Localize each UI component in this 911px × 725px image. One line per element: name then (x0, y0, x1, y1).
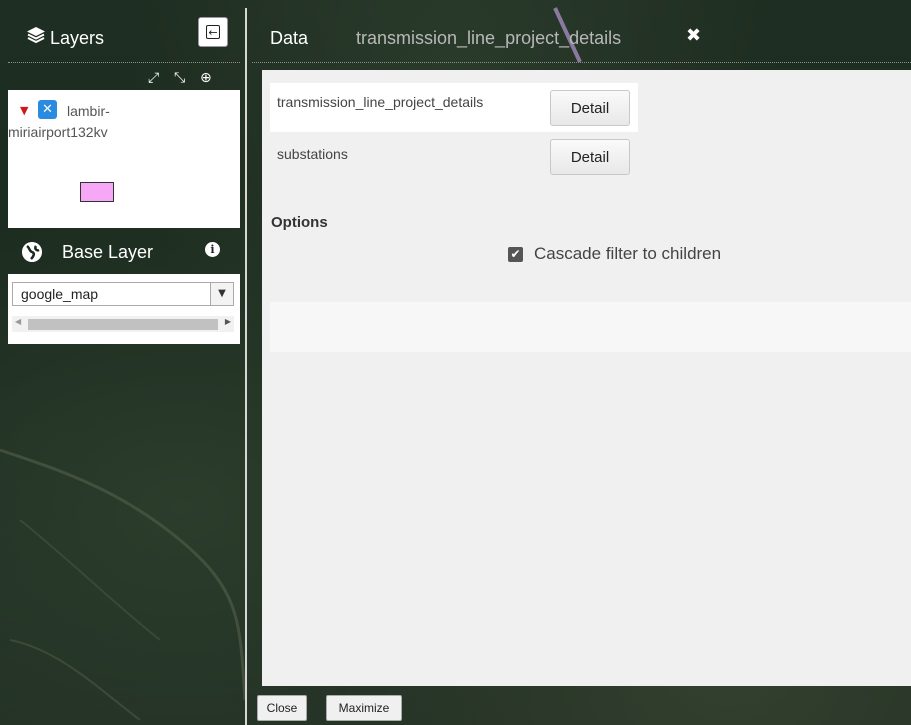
layer-legend-swatch (80, 182, 114, 202)
base-layer-panel: google_map ▼ ◀ ▶ (8, 274, 240, 344)
detail-button[interactable]: Detail (550, 90, 630, 126)
layer-name[interactable]: lambir- miriairport132kv (8, 101, 227, 140)
layers-sidebar: Layers ← ⤢ ⤡ ⊕ ▼ ✕ lambir- miriairport13… (8, 8, 240, 725)
panel-divider[interactable] (245, 8, 247, 725)
horizontal-scrollbar[interactable]: ◀ ▶ (12, 316, 234, 332)
caret-down-icon[interactable]: ▼ (20, 104, 28, 117)
row-label: substations (277, 146, 348, 162)
cascade-checkbox[interactable]: ✔ (508, 247, 523, 262)
chevron-down-icon: ▼ (210, 283, 233, 305)
tab-transmission-line[interactable]: transmission_line_project_details (356, 28, 621, 49)
filter-area (270, 302, 911, 352)
collapse-sidebar-button[interactable]: ← (198, 17, 228, 47)
arrow-left-box-icon: ← (206, 25, 220, 39)
info-icon[interactable]: i (205, 242, 220, 257)
collapse-icon[interactable]: ⤡ (174, 70, 185, 86)
expand-icon[interactable]: ⤢ (148, 70, 159, 86)
layers-title: Layers (50, 28, 105, 48)
layer-list: ▼ ✕ lambir- miriairport132kv (8, 90, 240, 228)
scroll-right-icon[interactable]: ▶ (225, 317, 231, 326)
detail-button[interactable]: Detail (550, 139, 630, 175)
data-panel-body: transmission_line_project_details Detail… (262, 70, 911, 686)
base-layer-select-value: google_map (21, 286, 99, 302)
base-layer-header: Base Layer i (8, 228, 240, 274)
row-label: transmission_line_project_details (277, 94, 484, 110)
scrollbar-thumb[interactable] (28, 319, 218, 330)
cascade-label[interactable]: Cascade filter to children (534, 244, 721, 264)
base-layer-title: Base Layer (62, 242, 154, 262)
options-label: Options (271, 214, 328, 231)
zoom-icon[interactable]: ⊕ (200, 70, 212, 86)
layers-stack-icon (27, 27, 45, 44)
layers-header: Layers ← (8, 8, 240, 63)
layer-name-line1: lambir- (67, 103, 110, 119)
data-panel-header: Data transmission_line_project_details ✖ (252, 8, 911, 63)
close-button[interactable]: Close (257, 695, 307, 721)
maximize-button[interactable]: Maximize (326, 695, 402, 721)
layer-tools: ⤢ ⤡ ⊕ (144, 68, 234, 92)
base-layer-select[interactable]: google_map ▼ (12, 282, 234, 306)
tab-data[interactable]: Data (270, 28, 308, 49)
globe-icon (22, 242, 42, 262)
layer-checkbox[interactable]: ✕ (38, 100, 57, 119)
scroll-left-icon[interactable]: ◀ (15, 317, 21, 326)
layer-name-line2: miriairport132kv (8, 124, 108, 140)
close-icon[interactable]: ✖ (686, 25, 701, 46)
